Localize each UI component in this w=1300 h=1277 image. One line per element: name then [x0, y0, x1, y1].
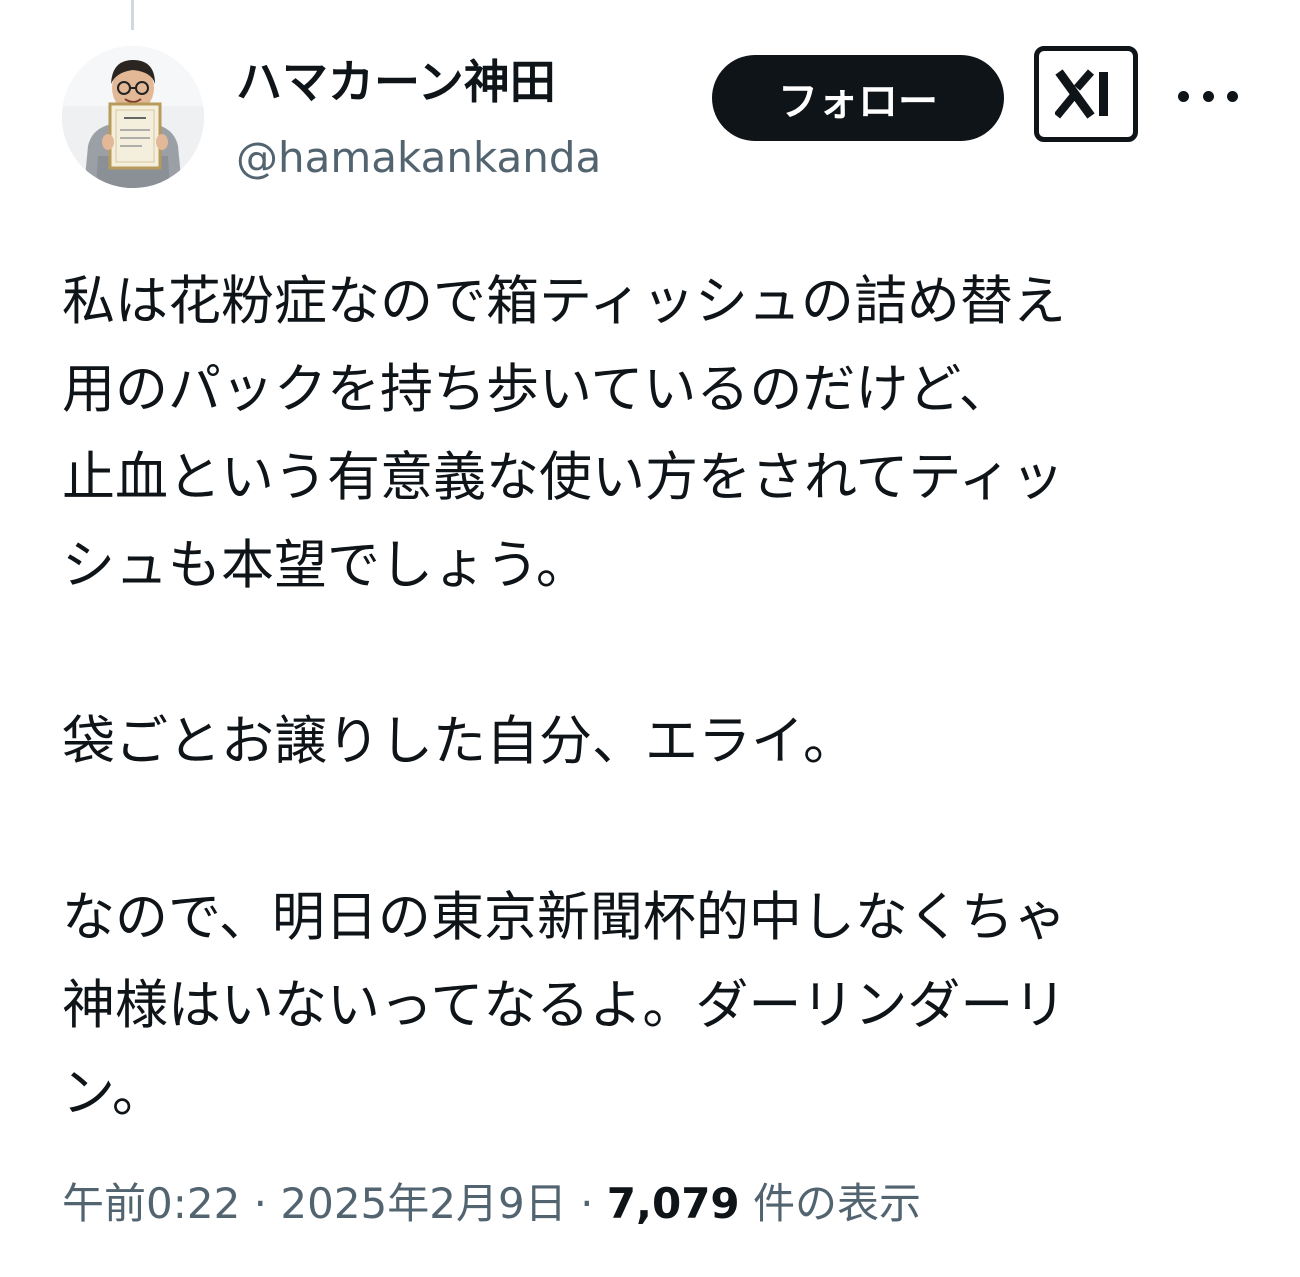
tweet-line: 私は花粉症なので箱ティッシュの詰め替え [62, 271, 1066, 332]
thread-connector-line [131, 0, 134, 30]
tweet-line: 神様はいないってなるよ。ダーリンダーリ [62, 975, 1067, 1036]
tweet-line: 用のパックを持ち歩いているのだけど、 [62, 359, 1012, 420]
author-avatar[interactable] [62, 46, 204, 188]
author-handle[interactable]: @hamakankanda [236, 128, 601, 188]
views-count: 7,079 [606, 1179, 740, 1228]
tweet-date: 2025年2月9日 [280, 1179, 567, 1228]
views-link[interactable]: 7,079 件の表示 [607, 1179, 921, 1228]
tweet-line: なので、明日の東京新聞杯的中しなくちゃ [62, 887, 1067, 948]
more-options-button[interactable] [1178, 74, 1238, 118]
tweet-body: 私は花粉症なので箱ティッシュの詰め替え 用のパックを持ち歩いているのだけど、 止… [62, 258, 1262, 1138]
grok-icon [1055, 69, 1108, 119]
more-dots-icon [1202, 90, 1214, 102]
meta-separator: · [240, 1179, 281, 1228]
tweet-line: 止血という有意義な使い方をされてティッ [62, 447, 1065, 508]
author-display-name[interactable]: ハマカーン神田 [236, 52, 556, 112]
avatar-photo-icon [62, 46, 204, 188]
views-label: 件の表示 [739, 1179, 922, 1228]
tweet-line: シュも本望でしょう。 [62, 535, 589, 596]
follow-button-label: フォロー [778, 79, 938, 125]
grok-button[interactable] [1034, 46, 1138, 142]
tweet-paragraph: なので、明日の東京新聞杯的中しなくちゃ 神様はいないってなるよ。ダーリンダーリ … [62, 874, 1262, 1138]
tweet-line: 袋ごとお譲りした自分、エライ。 [62, 711, 856, 772]
tweet-paragraph: 袋ごとお譲りした自分、エライ。 [62, 698, 1262, 786]
tweet-line: ン。 [62, 1063, 165, 1124]
tweet-metadata: 午前0:22 · 2025年2月9日 · 7,079 件の表示 [62, 1172, 921, 1236]
meta-separator: · [566, 1179, 607, 1228]
more-dots-icon [1227, 90, 1238, 102]
follow-button[interactable]: フォロー [712, 55, 1004, 141]
more-dots-icon [1178, 90, 1189, 102]
tweet-time: 午前0:22 [62, 1179, 241, 1228]
tweet-paragraph: 私は花粉症なので箱ティッシュの詰め替え 用のパックを持ち歩いているのだけど、 止… [62, 258, 1262, 610]
tweet-timestamp-link[interactable]: 午前0:22 · 2025年2月9日 [62, 1179, 567, 1228]
